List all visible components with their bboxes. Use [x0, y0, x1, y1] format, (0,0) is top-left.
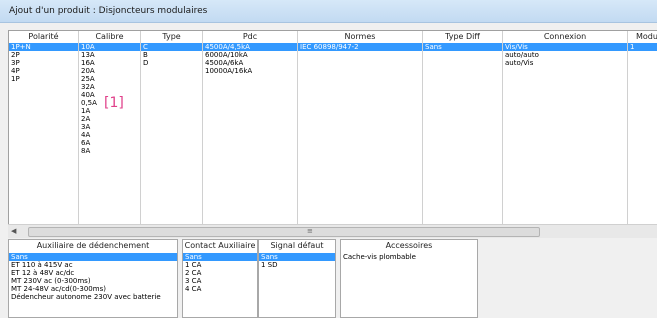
column-header-type[interactable]: Type — [141, 31, 202, 42]
list-item[interactable]: 4P — [9, 67, 78, 75]
list-item[interactable]: B — [141, 51, 202, 59]
list-item[interactable]: 10A — [79, 43, 140, 51]
header-contact-auxiliaire: Contact Auxiliaire — [184, 241, 256, 250]
list-connexion[interactable]: Vis/Vis auto/auto auto/Vis — [503, 42, 627, 67]
list-item[interactable]: 3P — [9, 59, 78, 67]
list-item[interactable]: Sans — [183, 253, 257, 261]
list-item[interactable]: 2A — [79, 115, 140, 123]
list-signal-defaut[interactable]: Sans 1 SD — [259, 252, 335, 269]
list-item[interactable]: 3A — [79, 123, 140, 131]
list-item[interactable]: 1 SD — [259, 261, 335, 269]
list-item[interactable]: 2 CA — [183, 269, 257, 277]
list-item[interactable]: auto/auto — [503, 51, 627, 59]
list-item[interactable]: D — [141, 59, 202, 67]
list-item[interactable]: 10000A/16kA — [203, 67, 297, 75]
list-item[interactable]: 3 CA — [183, 277, 257, 285]
column-polarite: Polarité 1P+N 2P 3P 4P 1P — [9, 31, 79, 225]
panel-auxiliaire-declenchement: Auxiliaire de dédenchement Sans ET 110 à … — [8, 239, 178, 318]
list-item[interactable]: auto/Vis — [503, 59, 627, 67]
column-type: Type CBD — [141, 31, 203, 225]
header-signal-defaut: Signal défaut — [270, 241, 324, 250]
list-modul[interactable]: 1 — [628, 42, 657, 51]
list-normes[interactable]: IEC 60898/947-2 — [298, 42, 422, 51]
list-item[interactable]: IEC 60898/947-2 — [298, 43, 422, 51]
list-item[interactable]: 4500A/6kA — [203, 59, 297, 67]
column-modul: Modul 1 — [628, 31, 657, 225]
list-item[interactable]: 6000A/10kA — [203, 51, 297, 59]
list-item[interactable]: MT 230V ac (0-300ms) — [9, 277, 177, 285]
column-header-type-diff[interactable]: Type Diff — [423, 31, 502, 42]
panel-contact-auxiliaire: Contact Auxiliaire Sans 1 CA 2 CA 3 CA 4 CA — [182, 239, 258, 318]
list-item[interactable]: ET 110 à 415V ac — [9, 261, 177, 269]
list-item[interactable]: 1P — [9, 75, 78, 83]
list-item[interactable]: Sans — [259, 253, 335, 261]
list-contact-auxiliaire[interactable]: Sans 1 CA 2 CA 3 CA 4 CA — [183, 252, 257, 293]
list-item[interactable]: 1 — [628, 43, 657, 51]
list-item[interactable]: C — [141, 43, 202, 51]
column-header-calibre[interactable]: Calibre — [79, 31, 140, 42]
list-item[interactable]: ET 12 à 48V ac/dc — [9, 269, 177, 277]
annotation-marker: [1] — [104, 95, 124, 111]
header-accessoires: Accessoires — [385, 241, 433, 250]
list-item[interactable]: Dédencheur autonome 230V avec batterie — [9, 293, 177, 301]
list-item[interactable]: Sans — [9, 253, 177, 261]
list-type-diff[interactable]: Sans — [423, 42, 502, 51]
column-normes: Normes IEC 60898/947-2 — [298, 31, 423, 225]
column-header-pdc[interactable]: Pdc — [203, 31, 297, 42]
list-item[interactable]: 6A — [79, 139, 140, 147]
column-pdc: Pdc 4500A/4,5kA 6000A/10kA 4500A/6kA 10000A… — [203, 31, 298, 225]
list-polarite[interactable]: 1P+N 2P 3P 4P 1P — [9, 42, 78, 83]
title-bar: Ajout d'un produit : Disjoncteurs modula… — [0, 0, 657, 23]
list-item[interactable]: Vis/Vis — [503, 43, 627, 51]
list-item[interactable]: Sans — [423, 43, 502, 51]
panel-signal-defaut: Signal défaut Sans 1 SD — [258, 239, 336, 318]
list-item[interactable]: 2P — [9, 51, 78, 59]
list-item[interactable]: 32A — [79, 83, 140, 91]
list-item[interactable]: 4 CA — [183, 285, 257, 293]
list-item[interactable]: 4A — [79, 131, 140, 139]
list-accessoires[interactable]: Cache-vis plombable — [341, 252, 477, 261]
column-type-diff: Type Diff Sans — [423, 31, 503, 225]
column-header-normes[interactable]: Normes — [298, 31, 422, 42]
list-item[interactable]: Cache-vis plombable — [341, 253, 477, 261]
window-title: Ajout d'un produit : Disjoncteurs modula… — [9, 6, 208, 16]
list-item[interactable]: 1P+N — [9, 43, 78, 51]
list-item[interactable]: 1 CA — [183, 261, 257, 269]
panel-accessoires: Accessoires Cache-vis plombable — [340, 239, 478, 318]
scroll-grip-icon: ≡ — [307, 227, 313, 235]
column-calibre: Calibre 10A 13A 16A 20A 25A 32A 40A 0,5A 1A 2A 3A 4… — [79, 31, 141, 225]
list-item[interactable]: 8A — [79, 147, 140, 155]
scroll-left-arrow-icon[interactable]: ◀ — [11, 227, 16, 235]
list-item[interactable]: 20A — [79, 67, 140, 75]
column-connexion: Connexion Vis/Vis auto/auto auto/Vis — [503, 31, 628, 225]
horizontal-scrollbar[interactable]: ◀ ≡ — [8, 224, 657, 238]
column-header-polarite[interactable]: Polarité — [9, 31, 78, 42]
list-item[interactable]: 16A — [79, 59, 140, 67]
list-item[interactable]: 25A — [79, 75, 140, 83]
header-auxiliaire-declenchement: Auxiliaire de dédenchement — [36, 241, 150, 250]
list-auxiliaire-declenchement[interactable]: Sans ET 110 à 415V ac ET 12 à 48V ac/dc MT … — [9, 252, 177, 301]
scroll-thumb[interactable]: ≡ — [28, 227, 540, 237]
list-item[interactable]: 4500A/4,5kA — [203, 43, 297, 51]
list-item[interactable]: MT 24-48V ac/cd(0-300ms) — [9, 285, 177, 293]
list-pdc[interactable]: 4500A/4,5kA 6000A/10kA 4500A/6kA 10000A/16k… — [203, 42, 297, 75]
list-type[interactable]: CBD — [141, 42, 202, 67]
product-selection-grid: Polarité 1P+N 2P 3P 4P 1P Calibre 10A 13A 16A 2… — [8, 30, 657, 225]
column-header-modul[interactable]: Modul — [628, 31, 657, 42]
list-item[interactable]: 13A — [79, 51, 140, 59]
column-header-connexion[interactable]: Connexion — [503, 31, 627, 42]
